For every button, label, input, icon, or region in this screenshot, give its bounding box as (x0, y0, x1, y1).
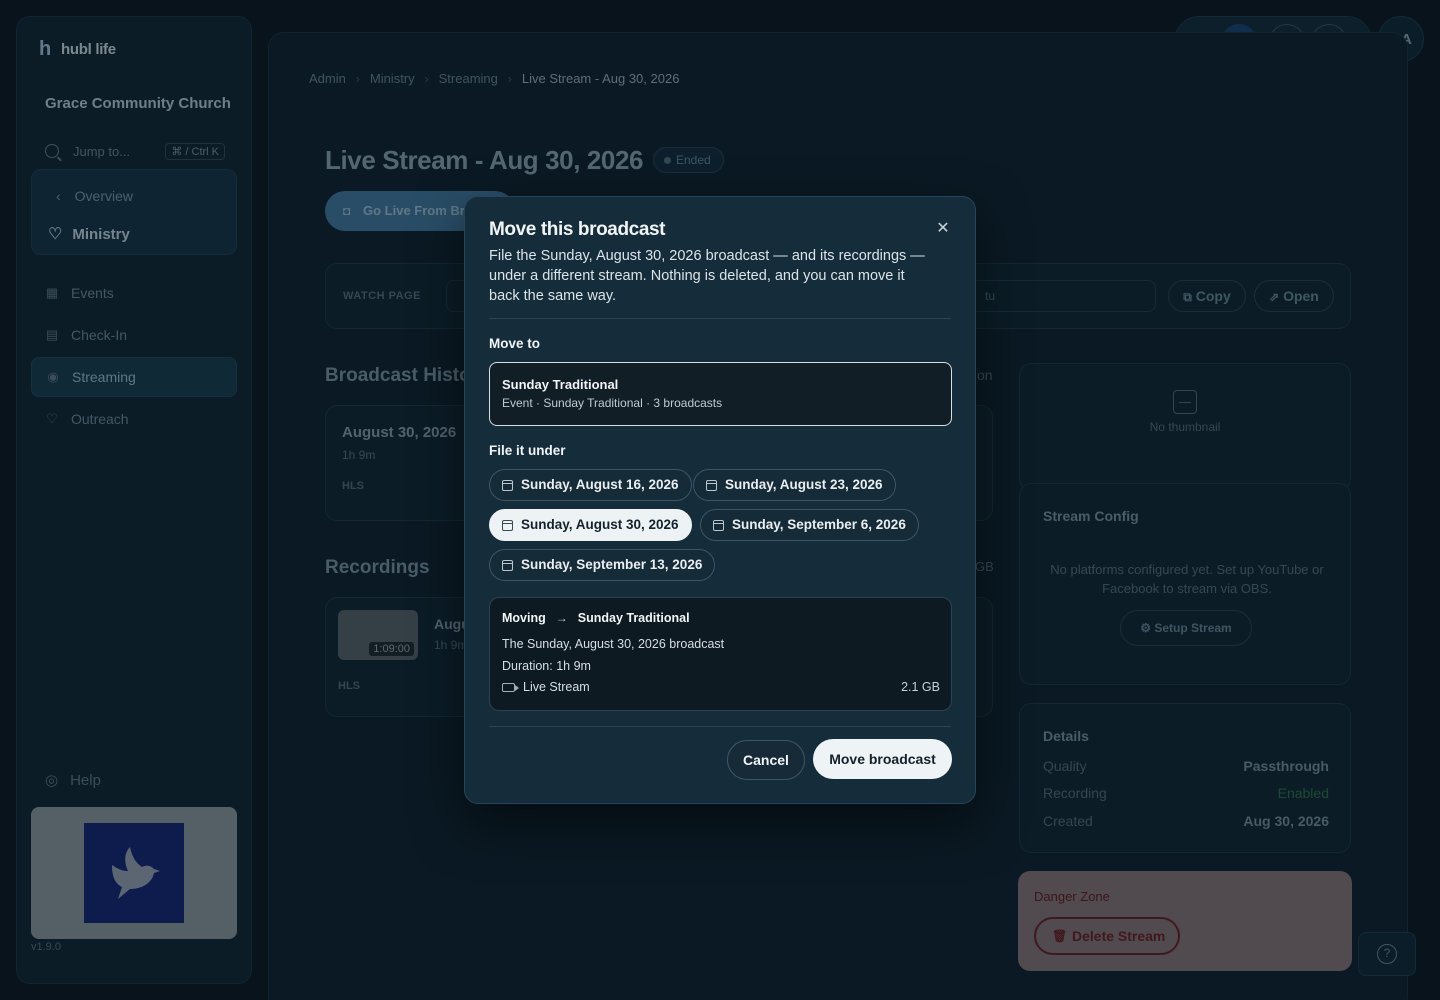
summary-file-name: Live Stream (523, 680, 590, 694)
calendar-icon (502, 520, 513, 531)
move-broadcast-dialog: Move this broadcast ✕ File the Sunday, A… (464, 196, 976, 804)
summary-duration: Duration: 1h 9m (502, 659, 591, 673)
dialog-description: File the Sunday, August 30, 2026 broadca… (489, 248, 925, 304)
date-chip[interactable]: Sunday, August 16, 2026 (489, 469, 692, 501)
divider (489, 726, 951, 727)
summary-file-row: Live Stream 2.1 GB (502, 680, 940, 694)
calendar-icon (502, 560, 513, 571)
arrow-right-icon: → (555, 611, 568, 625)
divider (489, 318, 951, 319)
calendar-icon (502, 480, 513, 491)
dialog-title: Move this broadcast (489, 219, 666, 240)
date-chip[interactable]: Sunday, August 23, 2026 (693, 469, 896, 501)
date-chip[interactable]: Sunday, September 13, 2026 (489, 549, 716, 581)
date-chip-selected[interactable]: Sunday, August 30, 2026 (489, 509, 692, 541)
cancel-button[interactable]: Cancel (727, 740, 805, 780)
move-broadcast-button[interactable]: Move broadcast (813, 739, 952, 779)
summary-file-size: 2.1 GB (901, 680, 940, 694)
selected-stream-meta: Event · Sunday Traditional · 3 broadcast… (502, 396, 723, 410)
summary-broadcast: The Sunday, August 30, 2026 broadcast (502, 637, 725, 651)
summary-header: Moving → Sunday Traditional (502, 611, 690, 625)
date-chip-label: Sunday, August 23, 2026 (725, 477, 883, 492)
close-icon: ✕ (936, 220, 950, 237)
date-chip-label: Sunday, September 13, 2026 (521, 557, 703, 572)
file-under-label: File it under (489, 443, 566, 458)
moving-label: Moving (502, 611, 546, 625)
selected-stream-name: Sunday Traditional (502, 377, 619, 392)
stream-select[interactable]: Sunday Traditional Event · Sunday Tradit… (489, 362, 952, 426)
summary-target: Sunday Traditional (577, 611, 690, 625)
date-chip-label: Sunday, August 16, 2026 (521, 477, 679, 492)
calendar-icon (706, 480, 717, 491)
move-to-label: Move to (489, 336, 541, 351)
move-summary: Moving → Sunday Traditional The Sunday, … (489, 597, 952, 711)
video-icon (502, 682, 519, 692)
date-chip[interactable]: Sunday, September 6, 2026 (700, 509, 919, 541)
date-chip-label: Sunday, September 6, 2026 (732, 517, 906, 532)
close-button[interactable]: ✕ (933, 219, 953, 239)
date-chip-label: Sunday, August 30, 2026 (521, 517, 679, 532)
calendar-icon (713, 520, 724, 531)
